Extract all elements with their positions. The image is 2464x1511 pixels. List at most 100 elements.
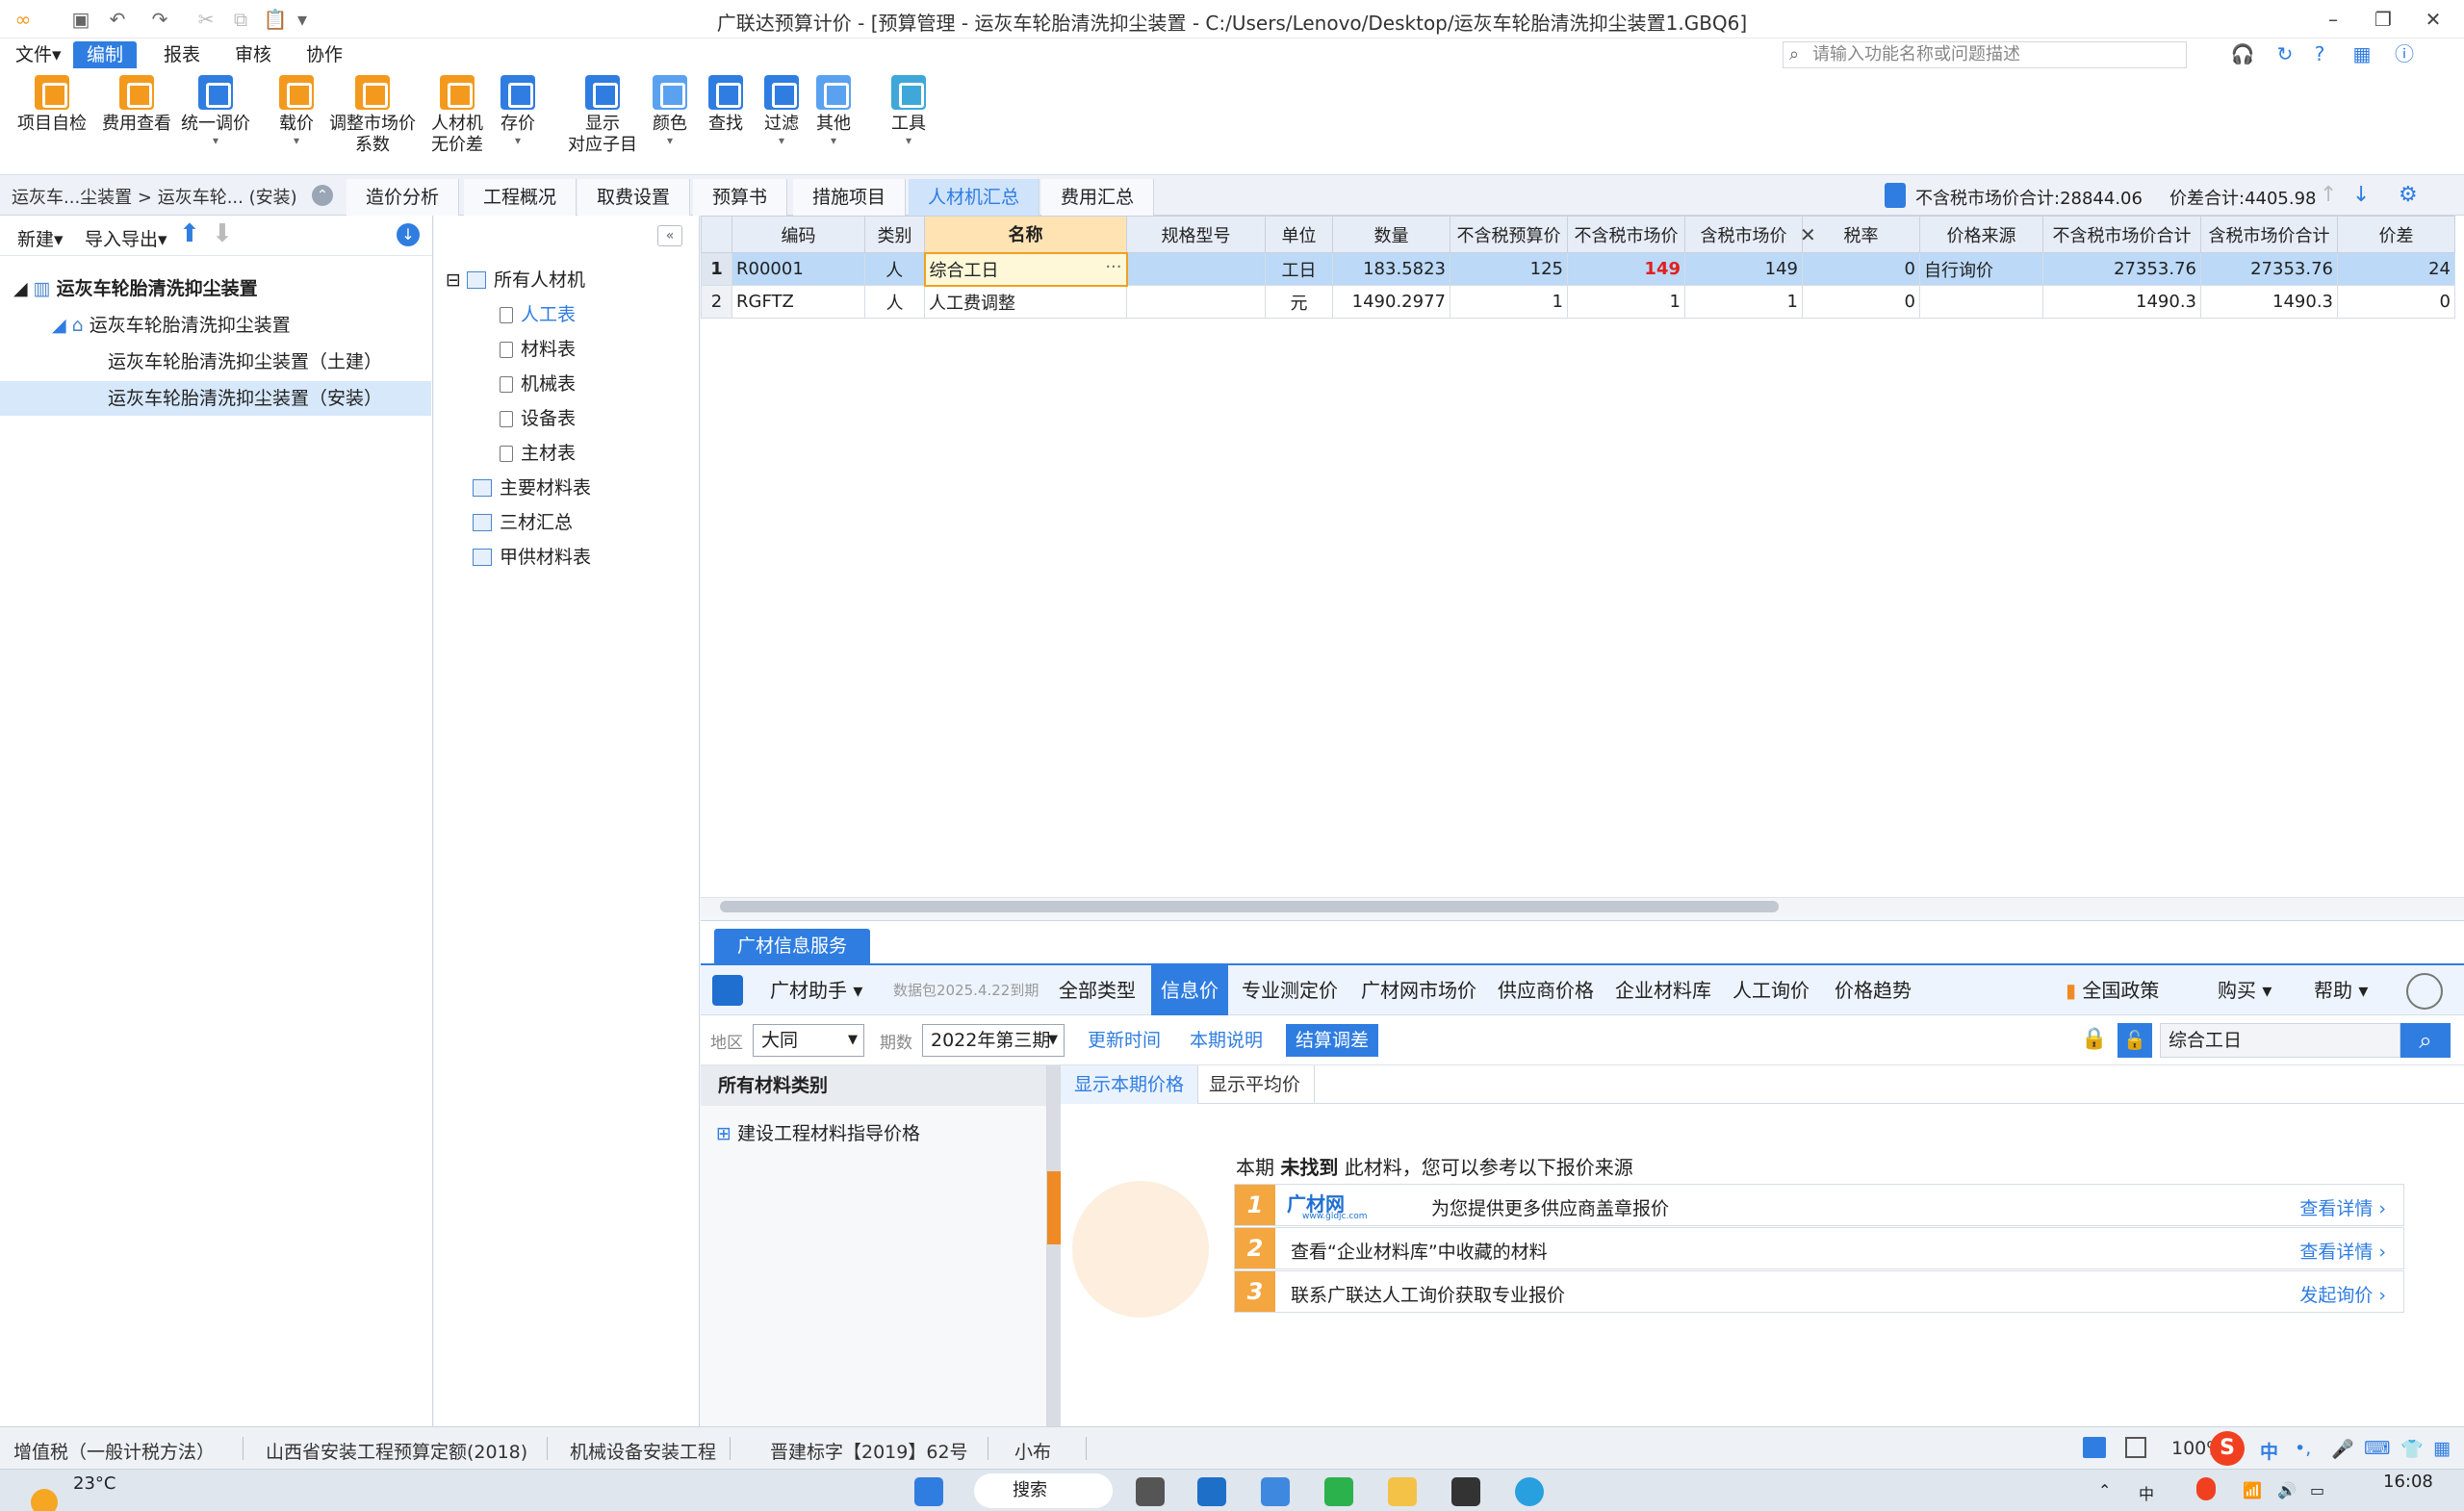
cell-market-price[interactable]: 149: [1567, 252, 1685, 286]
collapse-left-icon[interactable]: «: [657, 225, 682, 246]
cell-code[interactable]: R00001: [732, 252, 865, 286]
cell-qty[interactable]: 1490.2977: [1332, 285, 1450, 319]
load-price-button[interactable]: 载价 ▾: [279, 75, 314, 146]
weather-sun-icon[interactable]: [31, 1489, 58, 1511]
task-view-icon[interactable]: [1136, 1477, 1165, 1506]
tab-overview[interactable]: 工程概况: [464, 179, 578, 216]
cell-market-sum[interactable]: 1490.3: [2042, 285, 2201, 319]
cell-market-sum[interactable]: 27353.76: [2042, 252, 2201, 286]
breadcrumb[interactable]: 运灰车...尘装置 > 运灰车轮... (安装): [12, 184, 297, 209]
tab-budget-book[interactable]: 预算书: [693, 179, 788, 216]
expand-plus-icon[interactable]: ⊞: [716, 1123, 732, 1144]
start-icon[interactable]: [914, 1477, 943, 1506]
close-button[interactable]: ✕: [2404, 4, 2462, 35]
col-price-source[interactable]: 价格来源: [1919, 216, 2043, 253]
scrollbar-thumb[interactable]: [720, 901, 1779, 912]
tab-fee-settings[interactable]: 取费设置: [578, 179, 691, 216]
col-qty[interactable]: 数量: [1332, 216, 1450, 253]
move-up-icon[interactable]: ⬆: [179, 219, 200, 248]
apps-grid-icon[interactable]: ▦: [2433, 1438, 2451, 1459]
cell-price-diff[interactable]: 0: [2337, 285, 2455, 319]
cell-spec[interactable]: [1126, 285, 1266, 319]
tab-cost-analysis[interactable]: 造价分析: [346, 179, 460, 216]
browser-icon[interactable]: [1515, 1477, 1544, 1506]
color-button[interactable]: 颜色 ▾: [653, 75, 687, 146]
tree-root[interactable]: ◢ ▥ 运灰车轮胎清洗抑尘装置: [13, 271, 258, 306]
unlock-icon[interactable]: 🔓: [2118, 1023, 2152, 1058]
tab-fee-summary[interactable]: 费用汇总: [1041, 179, 1155, 216]
project-check-button[interactable]: 项目自检: [17, 75, 87, 135]
adjust-market-price-button[interactable]: 调整市场价 系数: [329, 75, 416, 156]
menu-report[interactable]: 报表: [150, 41, 214, 68]
info-service-tab[interactable]: 广材信息服务: [714, 929, 871, 963]
function-search-input[interactable]: ⌕ 请输入功能名称或问题描述: [1783, 41, 2187, 68]
cell-spec[interactable]: [1126, 252, 1266, 286]
cat-owner-supplied[interactable]: 甲供材料表: [473, 541, 591, 574]
col-tax-market-price[interactable]: 含税市场价: [1684, 216, 1803, 253]
unified-price-button[interactable]: 统一调价 ▾: [181, 75, 250, 146]
cell-unit[interactable]: 工日: [1265, 252, 1333, 286]
cell-budget-price[interactable]: 1: [1450, 285, 1568, 319]
punctuation-icon[interactable]: •,: [2295, 1438, 2311, 1459]
collapse-handle-icon[interactable]: [1047, 1171, 1061, 1244]
volume-icon[interactable]: 🔊: [2277, 1481, 2297, 1499]
col-unit[interactable]: 单位: [1265, 216, 1333, 253]
region-select[interactable]: 大同 ▼: [753, 1024, 864, 1057]
nav-manual-inquiry[interactable]: 人工询价: [1723, 965, 1819, 1015]
expand-icon[interactable]: ◢: [13, 278, 34, 299]
national-policy-button[interactable]: ▮ 全国政策: [2056, 965, 2169, 1015]
settings-icon[interactable]: ⚙: [2399, 183, 2418, 207]
ime-mode[interactable]: 中: [2260, 1438, 2278, 1464]
find-button[interactable]: 查找: [708, 75, 743, 135]
update-time-button[interactable]: 更新时间: [1078, 1024, 1170, 1057]
all-material-categories[interactable]: 所有材料类别: [701, 1065, 1046, 1106]
tab-measures[interactable]: 措施项目: [793, 179, 907, 216]
cell-name-value[interactable]: 综合工日: [930, 261, 999, 281]
col-market-price[interactable]: 不含税市场价: [1567, 216, 1685, 253]
period-select[interactable]: 2022年第三期 ▼: [922, 1024, 1065, 1057]
cell-tax-rate[interactable]: 0: [1802, 252, 1920, 286]
menu-review[interactable]: 审核: [221, 41, 285, 68]
col-price-diff[interactable]: 价差: [2337, 216, 2455, 253]
grid-icon[interactable]: ▦: [2348, 40, 2375, 67]
new-button[interactable]: 新建▾: [17, 225, 64, 251]
settle-adjust-button[interactable]: 结算调差: [1286, 1024, 1379, 1057]
cell-budget-price[interactable]: 125: [1450, 252, 1568, 286]
tab-current-price[interactable]: 显示本期价格: [1061, 1065, 1199, 1104]
cell-price-source[interactable]: [1919, 285, 2043, 319]
show-sub-item-button[interactable]: 显示 对应子目: [568, 75, 637, 156]
lock-icon[interactable]: 🔒: [2081, 1027, 2107, 1051]
restore-button[interactable]: ❐: [2354, 4, 2412, 35]
info-icon[interactable]: ⓘ: [2391, 40, 2418, 67]
cell-tax-market-sum[interactable]: 1490.3: [2200, 285, 2338, 319]
layout-icon[interactable]: [2083, 1437, 2106, 1458]
keyboard-icon[interactable]: ⌨: [2364, 1438, 2390, 1459]
news-app-icon[interactable]: [1261, 1477, 1290, 1506]
minimize-button[interactable]: –: [2304, 4, 2362, 35]
tray-app-icon[interactable]: [2196, 1477, 2216, 1500]
nav-enterprise-library[interactable]: 企业材料库: [1605, 965, 1721, 1015]
cell-unit[interactable]: 元: [1265, 285, 1333, 319]
user-avatar-icon[interactable]: [2406, 973, 2443, 1010]
cat-machine[interactable]: 机械表: [500, 368, 576, 400]
table-row[interactable]: 2 RGFTZ 人 人工费调整 元 1490.2977 1 1 1 0 1490…: [701, 285, 2455, 319]
clock-time[interactable]: 16:08: [2383, 1472, 2433, 1492]
start-inquiry-link[interactable]: 发起询价 ›: [2299, 1281, 2386, 1307]
col-budget-price[interactable]: 不含税预算价: [1450, 216, 1568, 253]
collapse-up-icon[interactable]: ⌃: [312, 185, 333, 206]
nav-all-types[interactable]: 全部类型: [1049, 965, 1145, 1015]
arrow-up-icon[interactable]: ↑: [2320, 183, 2337, 207]
other-button[interactable]: 其他 ▾: [816, 75, 851, 146]
cat-material[interactable]: 材料表: [500, 333, 576, 366]
wechat-icon[interactable]: [1324, 1477, 1353, 1506]
cat-all[interactable]: ⊟ 所有人材机: [446, 264, 585, 296]
tray-ime-icon[interactable]: 中: [2139, 1481, 2154, 1504]
status-assistant[interactable]: 小布: [1014, 1438, 1051, 1464]
col-tax-rate[interactable]: 税率: [1802, 216, 1920, 253]
assistant-dropdown[interactable]: 广材助手 ▾: [760, 965, 872, 1015]
save-price-button[interactable]: 存价 ▾: [500, 75, 535, 146]
cat-three-summary[interactable]: 三材汇总: [473, 506, 573, 539]
col-code[interactable]: 编码: [732, 216, 865, 253]
more-icon[interactable]: ···: [1105, 257, 1121, 277]
nav-price-trend[interactable]: 价格趋势: [1825, 965, 1921, 1015]
